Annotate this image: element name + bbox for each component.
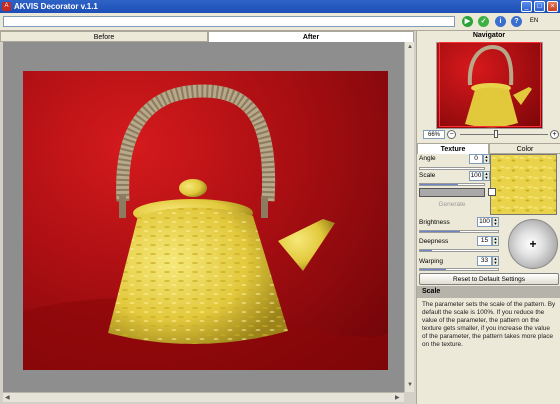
scale-input[interactable]: 100 <box>469 171 483 181</box>
warping-slider[interactable] <box>419 268 499 271</box>
angle-input[interactable]: 0 <box>469 154 483 164</box>
deepness-spinner[interactable]: ▲ ▼ <box>492 236 499 246</box>
title-bar: A AKVIS Decorator v.1.1 _ □ × <box>0 0 560 13</box>
brightness-label: Brightness <box>419 219 450 226</box>
scroll-right-icon[interactable]: ▶ <box>395 394 400 401</box>
help-text: The parameter sets the scale of the patt… <box>422 301 556 348</box>
warping-label: Warping <box>419 258 443 265</box>
zoom-field[interactable]: 66% <box>423 130 445 139</box>
scale-spinner[interactable]: ▲ ▼ <box>483 171 490 181</box>
scale-label: Scale <box>419 172 436 179</box>
angle-slider[interactable] <box>419 167 485 170</box>
toolbar: ▶ ✓ i ? EN <box>0 13 560 31</box>
tab-after[interactable]: After <box>208 31 414 42</box>
tab-before[interactable]: Before <box>0 31 208 42</box>
minimize-button[interactable]: _ <box>521 1 532 12</box>
tab-color[interactable]: Color <box>489 143 560 154</box>
apply-icon[interactable]: ✓ <box>478 16 489 27</box>
deepness-slider[interactable] <box>419 249 499 252</box>
zoom-controls: 66% − + <box>420 130 560 140</box>
run-icon[interactable]: ▶ <box>462 16 473 27</box>
result-image <box>23 71 388 370</box>
navigator-title: Navigator <box>472 32 506 39</box>
zoom-slider-thumb[interactable] <box>494 130 498 138</box>
light-direction-sphere[interactable]: + <box>508 219 558 269</box>
warping-input[interactable]: 33 <box>477 256 492 266</box>
angle-label: Angle <box>419 155 436 162</box>
scroll-left-icon[interactable]: ◀ <box>5 394 10 401</box>
maximize-button[interactable]: □ <box>534 1 545 12</box>
about-icon[interactable]: i <box>495 16 506 27</box>
scroll-up-icon[interactable]: ▲ <box>407 44 413 50</box>
generate-button[interactable]: Generate <box>419 199 485 211</box>
zoom-slider[interactable] <box>460 134 548 135</box>
angle-spinner[interactable]: ▲ ▼ <box>483 154 490 164</box>
vertical-scrollbar[interactable]: ▲ ▼ <box>404 42 414 392</box>
scale-slider[interactable] <box>419 183 485 186</box>
generate-checkbox[interactable] <box>488 188 496 196</box>
reset-defaults-button[interactable]: Reset to Default Settings <box>419 273 559 285</box>
warping-spinner[interactable]: ▲ ▼ <box>492 256 499 266</box>
progress-bar <box>3 16 455 27</box>
brightness-slider[interactable] <box>419 230 499 233</box>
help-title: Scale <box>417 286 560 298</box>
tab-texture[interactable]: Texture <box>417 143 489 154</box>
scroll-corner <box>404 392 414 402</box>
view-tabs: Before After <box>0 31 414 42</box>
parameter-tabs: Texture Color <box>417 143 560 154</box>
scroll-down-icon[interactable]: ▼ <box>407 382 413 388</box>
brightness-input[interactable]: 100 <box>477 217 492 227</box>
settings-panel: Navigator 66% − + Texture Color Angle 0 … <box>416 31 560 404</box>
deepness-label: Deepness <box>419 238 449 245</box>
zoom-out-icon[interactable]: − <box>447 130 456 139</box>
app-logo-icon: A <box>2 2 11 11</box>
brightness-spinner[interactable]: ▲ ▼ <box>492 217 499 227</box>
window-title: AKVIS Decorator v.1.1 <box>14 2 98 11</box>
zoom-in-icon[interactable]: + <box>550 130 559 139</box>
horizontal-scrollbar[interactable]: ◀ ▶ <box>3 392 404 402</box>
close-button[interactable]: × <box>547 1 558 12</box>
light-position-icon[interactable]: + <box>509 220 557 268</box>
texture-preview[interactable] <box>490 154 557 215</box>
deepness-input[interactable]: 15 <box>477 236 492 246</box>
help-icon[interactable]: ? <box>511 16 522 27</box>
language-button[interactable]: EN <box>527 16 541 27</box>
generate-progress <box>419 188 485 197</box>
navigator-view-frame[interactable] <box>439 42 541 127</box>
